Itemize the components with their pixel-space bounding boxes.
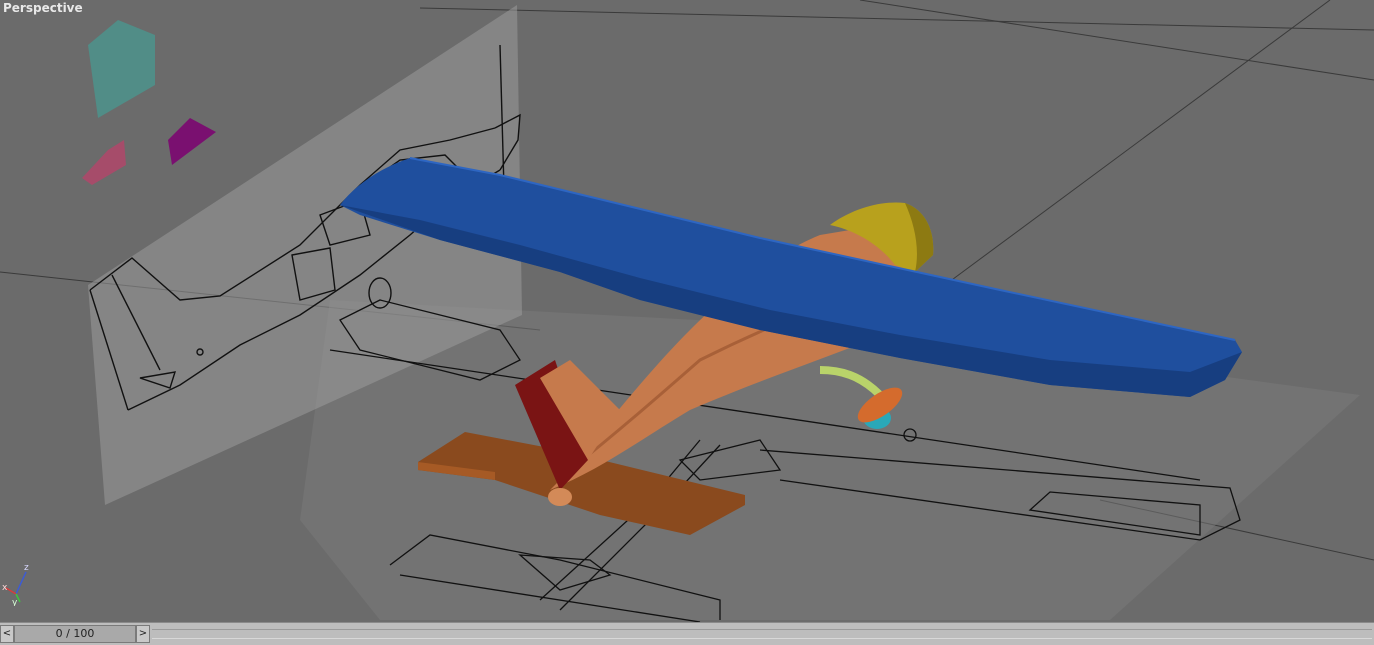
z-axis-line [15, 571, 27, 595]
perspective-viewport[interactable]: Perspective z x y [0, 0, 1374, 622]
chevron-left-icon[interactable]: < [0, 625, 14, 643]
light-helper-cyan[interactable] [88, 20, 155, 118]
viewport-label[interactable]: Perspective [3, 1, 83, 15]
light-helper-purple[interactable] [168, 118, 216, 165]
chevron-right-icon[interactable]: > [136, 625, 150, 643]
time-slider-bar: < 0 / 100 > [0, 622, 1374, 645]
z-axis-label: z [24, 563, 29, 573]
scene-canvas[interactable] [0, 0, 1374, 622]
axis-tripod-gizmo: z x y [2, 563, 29, 606]
x-axis-line [5, 587, 17, 595]
timeline-track[interactable] [152, 629, 1372, 639]
time-slider-thumb[interactable]: 0 / 100 [14, 625, 136, 643]
light-helper-pink[interactable] [82, 140, 126, 185]
x-axis-label: x [2, 583, 8, 593]
y-axis-label: y [12, 598, 18, 606]
tail-cone[interactable] [548, 488, 572, 506]
